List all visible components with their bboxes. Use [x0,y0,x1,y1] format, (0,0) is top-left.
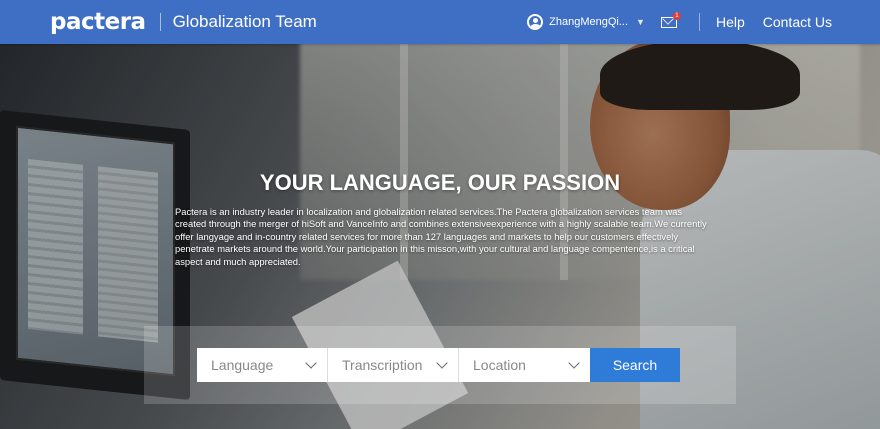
search-button[interactable]: Search [590,348,680,382]
help-link[interactable]: Help [716,14,745,30]
language-select[interactable]: Language [197,348,328,382]
mail-icon[interactable]: 1 [660,11,681,28]
contact-us-link[interactable]: Contact Us [763,14,832,30]
transcription-select[interactable]: Transcription [328,348,459,382]
header-divider [698,13,700,31]
page: pactera Globalization Team ZhangMengQi..… [0,0,880,429]
chevron-down-icon [436,356,448,369]
location-select[interactable]: Location [459,348,590,382]
top-navbar: pactera Globalization Team ZhangMengQi..… [0,0,880,44]
chevron-down-icon [568,356,580,369]
mail-badge: 1 [672,11,681,20]
hero-description: Pactera is an industry leader in localiz… [175,206,707,267]
search-bar: Language Transcription Location Search [197,348,680,382]
language-select-label: Language [211,357,274,373]
hero-title: YOUR LANGUAGE, OUR PASSION [259,170,621,195]
team-name: Globalization Team [172,12,317,31]
username[interactable]: ZhangMengQi... [549,16,628,28]
logo-separator [159,13,161,31]
header-right: ZhangMengQi... ▼ 1 Help Contact Us [527,0,832,44]
location-select-label: Location [473,357,526,373]
caret-down-icon[interactable]: ▼ [636,17,645,27]
pactera-logo[interactable]: pactera [50,9,146,35]
transcription-select-label: Transcription [342,357,423,373]
chevron-down-icon [305,356,317,369]
user-avatar-icon[interactable] [527,14,544,30]
